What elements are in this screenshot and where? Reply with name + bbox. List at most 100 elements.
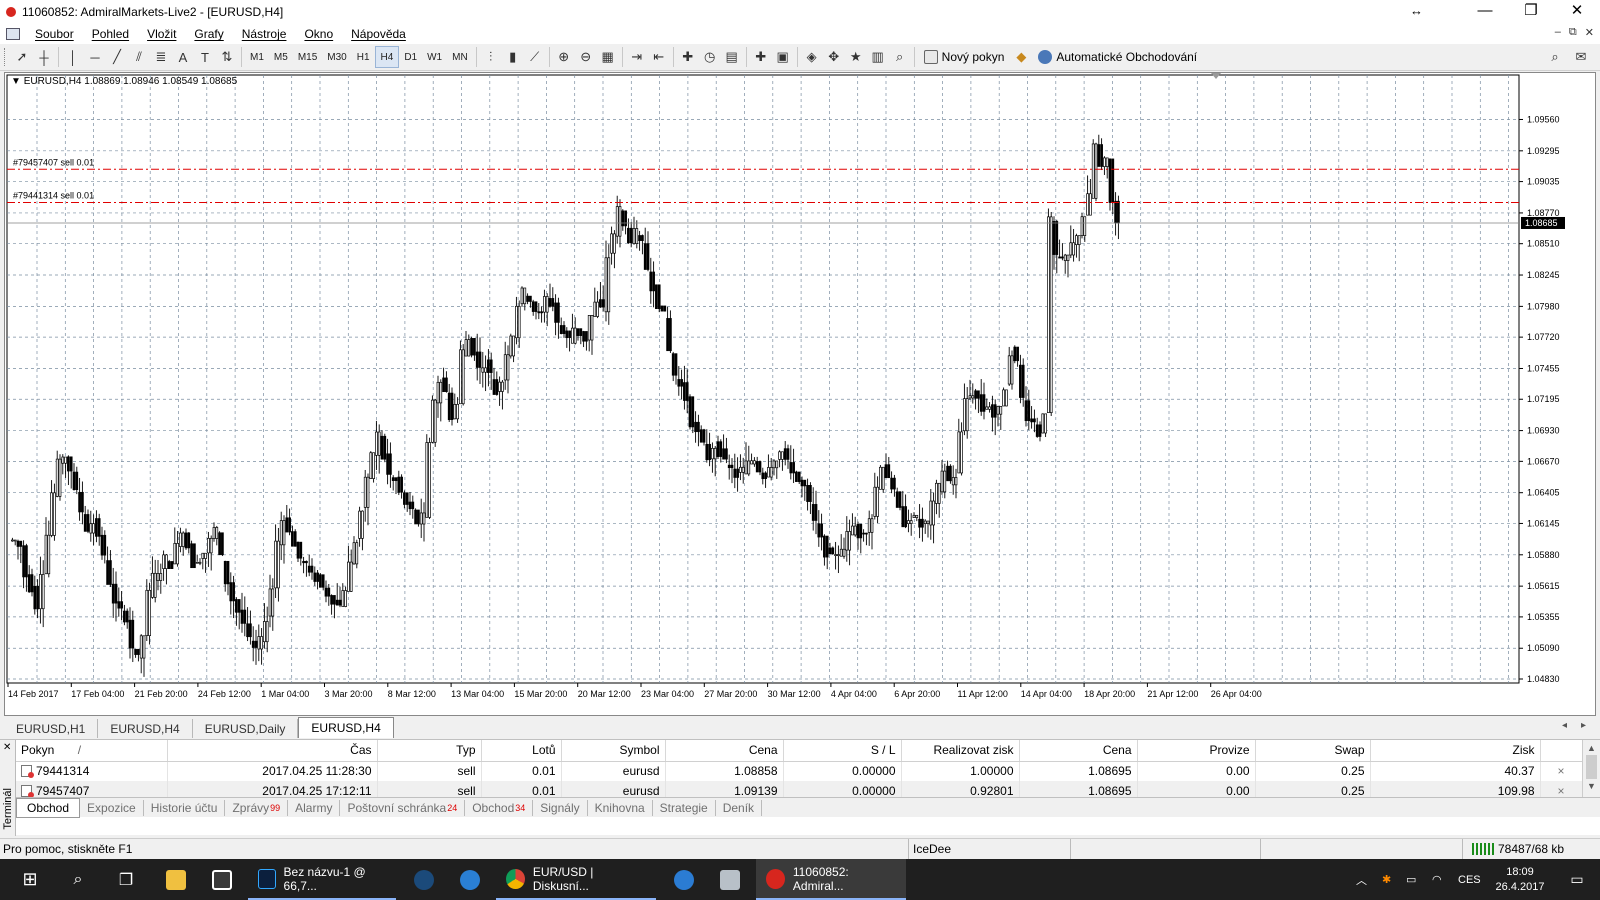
task-view-icon[interactable]: ❐ [106,859,146,900]
line-chart-icon[interactable]: ⟋ [524,46,546,68]
menu-grafy[interactable]: Grafy [185,27,232,41]
close-order-button[interactable]: × [1540,761,1583,781]
timeframe-h4[interactable]: H4 [374,46,400,68]
file-explorer-icon[interactable] [156,859,196,900]
timeframe-d1[interactable]: D1 [399,46,422,68]
chart-window[interactable]: 1.09560 1.09295 1.09035 1.08770 1.08510 1.082… [4,72,1596,716]
bar-chart-icon[interactable]: ⫶ [480,46,502,68]
mdi-close-button[interactable]: ✕ [1585,26,1594,39]
chart-doc-icon[interactable] [6,28,20,40]
tab-eurusd-h4[interactable]: EURUSD,H4 [98,719,193,738]
menu-vlozit[interactable]: Vložit [138,27,185,41]
search-icon[interactable]: ⌕ [1544,46,1566,68]
fibonacci-icon[interactable]: ≣ [150,46,172,68]
new-order-button[interactable]: Nový pokyn [918,46,1011,68]
zoom-out-icon[interactable]: ⊖ [575,46,597,68]
search-taskbar-icon[interactable]: ⌕ [58,859,98,900]
col-sl[interactable]: S / L [783,740,902,762]
data-window-icon[interactable]: ✥ [823,46,845,68]
terminal-close-button[interactable]: ✕ [3,742,11,753]
printer-app-icon[interactable] [710,859,750,900]
tile-windows-icon[interactable]: ▦ [597,46,619,68]
profiles-icon[interactable]: ▣ [772,46,794,68]
chat-icon[interactable]: ✉ [1570,46,1592,68]
tray-chevron-icon[interactable]: ︿ [1356,859,1367,900]
menu-okno[interactable]: Okno [295,27,342,41]
new-chart-icon[interactable]: ✚ [750,46,772,68]
col-cena[interactable]: Cena [665,740,784,762]
tab-eurusd-h1[interactable]: EURUSD,H1 [4,719,99,738]
scroll-down-icon[interactable]: ▼ [1583,781,1600,791]
taskbar-app-photoshop[interactable]: Bez názvu-1 @ 66,7... [248,859,396,900]
notifications-icon[interactable]: ▭ [1562,859,1592,900]
toolbar-grip[interactable] [4,48,7,66]
col-provize[interactable]: Provize [1137,740,1256,762]
metaeditor-icon[interactable]: ◆ [1010,46,1032,68]
tab-scroll-right-icon[interactable]: ▸ [1581,720,1586,731]
taskbar-clock[interactable]: 18:09 26.4.2017 [1488,859,1552,900]
col-pokyn[interactable]: Pokyn / [16,740,168,762]
terminal-tab[interactable]: Historie účtu [144,799,226,816]
col-typ[interactable]: Typ [377,740,482,762]
timeframe-mn[interactable]: MN [447,46,473,68]
terminal-icon[interactable]: ▥ [867,46,889,68]
terminal-tab[interactable]: Obchod 34 [465,799,534,816]
col-zisk[interactable]: Zisk [1370,740,1541,762]
auto-trading-button[interactable]: Automatické Obchodování [1032,46,1203,68]
steam-icon[interactable] [404,859,444,900]
col-symbol[interactable]: Symbol [561,740,666,762]
terminal-tab[interactable]: Deník [716,799,763,816]
col-lotu[interactable]: Lotů [481,740,562,762]
taskbar-app-mt4[interactable]: 11060852: Admiral... [756,859,906,900]
menu-napoveda[interactable]: Nápověda [342,27,415,41]
col-swap[interactable]: Swap [1255,740,1371,762]
templates-icon[interactable]: ▤ [721,46,743,68]
windows-start-icon[interactable]: ⊞ [10,859,50,900]
chart-shift-icon[interactable]: ⇤ [648,46,670,68]
timeframe-m30[interactable]: M30 [322,46,351,68]
navigator-icon[interactable]: ★ [845,46,867,68]
horizontal-line-icon[interactable]: ─ [84,46,106,68]
terminal-tab[interactable]: Obchod [16,797,81,818]
timeframe-h1[interactable]: H1 [352,46,375,68]
col-cena-current[interactable]: Cena [1019,740,1138,762]
wifi-icon[interactable]: ◠ [1432,859,1442,900]
col-tp[interactable]: Realizovat zisk [901,740,1020,762]
market-watch-icon[interactable]: ◈ [801,46,823,68]
chart-collapse-icon[interactable]: ▼ [11,76,21,87]
blue-app-icon[interactable] [450,859,490,900]
cursor-icon[interactable]: ➚ [11,46,33,68]
scroll-up-icon[interactable]: ▲ [1583,743,1600,753]
channel-icon[interactable]: ⫽ [128,46,150,68]
arrows-icon[interactable]: ⇅ [216,46,238,68]
tray-app-icon[interactable]: ✱ [1382,859,1391,900]
mdi-restore-button[interactable]: ⧉ [1569,26,1577,39]
menu-soubor[interactable]: Soubor [26,27,83,41]
menu-nastroje[interactable]: Nástroje [233,27,296,41]
taskbar-app-chrome[interactable]: EUR/USD | Diskusní... [496,859,656,900]
terminal-scrollbar[interactable]: ▲ ▼ [1582,740,1600,797]
terminal-tab[interactable]: Zprávy 99 [225,799,289,816]
terminal-tab[interactable]: Expozice [80,799,144,816]
tab-eurusd-daily[interactable]: EURUSD,Daily [193,719,299,738]
auto-scroll-icon[interactable]: ⇥ [626,46,648,68]
store-icon[interactable] [202,859,242,900]
edge-icon[interactable] [664,859,704,900]
crosshair-icon[interactable]: ┼ [33,46,55,68]
text-label-icon[interactable]: T [194,46,216,68]
terminal-tab[interactable]: Alarmy [288,799,341,816]
price-chart[interactable]: 1.09560 1.09295 1.09035 1.08770 1.08510 1.082… [5,73,1595,715]
minimize-button[interactable]: — [1462,0,1508,24]
order-row[interactable]: 79441314 2017.04.25 11:28:30 sell 0.01 e… [16,761,1583,781]
status-connection[interactable]: 78487/68 kb [1472,842,1564,856]
periods-icon[interactable]: ◷ [699,46,721,68]
menu-pohled[interactable]: Pohled [83,27,138,41]
mdi-minimize-button[interactable]: – [1555,26,1561,39]
timeframe-m5[interactable]: M5 [269,46,293,68]
candlestick-icon[interactable]: ▮ [502,46,524,68]
tab-scroll-left-icon[interactable]: ◂ [1562,720,1567,731]
scroll-thumb[interactable] [1586,755,1597,779]
indicators-icon[interactable]: ✚ [677,46,699,68]
terminal-tab[interactable]: Signály [533,799,588,816]
language-indicator[interactable]: CES [1458,859,1481,900]
